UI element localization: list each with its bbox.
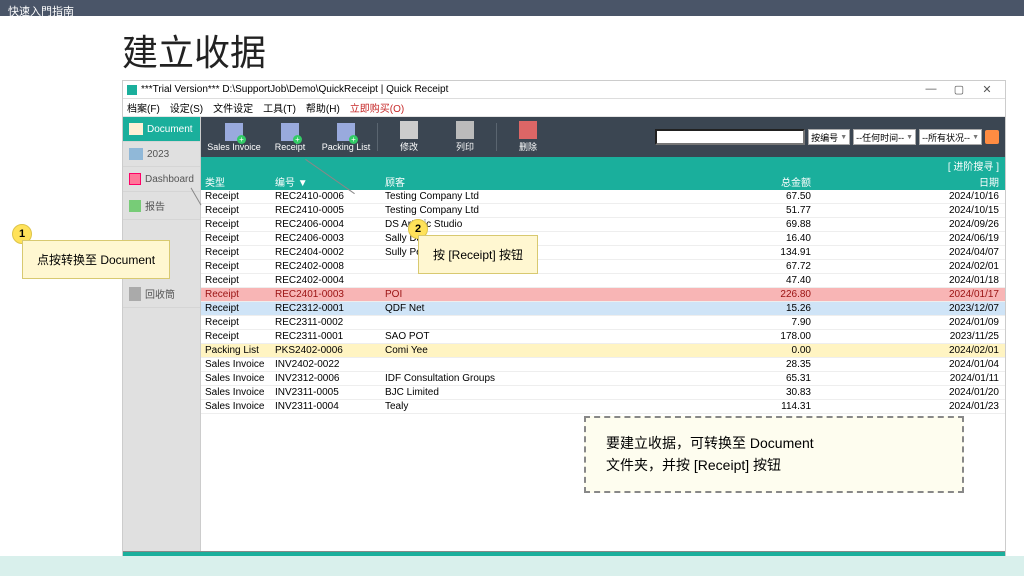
- sidebar-item-report[interactable]: 报告: [123, 192, 200, 220]
- toolbar-label: Packing List: [322, 142, 371, 152]
- callout-1: 点按转换至 Document: [22, 240, 170, 279]
- receipt-plus-icon: [281, 123, 299, 141]
- table-row[interactable]: ReceiptREC2402-000867.722024/02/01: [201, 260, 1005, 274]
- chevron-down-icon: ▼: [906, 134, 913, 141]
- menu-settings[interactable]: 设定(S): [170, 100, 203, 115]
- report-icon: [129, 200, 141, 212]
- table-row[interactable]: ReceiptREC2410-0006Testing Company Ltd67…: [201, 190, 1005, 204]
- sidebar-label: 回收筒: [145, 286, 175, 301]
- sidebar-label: 报告: [145, 198, 165, 213]
- packing-plus-icon: [337, 123, 355, 141]
- guide-title: 快速入門指南: [8, 6, 74, 18]
- menu-buy[interactable]: 立即购买(O): [350, 100, 404, 115]
- table-row[interactable]: ReceiptREC2312-0001QDF Net15.262023/12/0…: [201, 302, 1005, 316]
- col-amount[interactable]: 总金额: [741, 173, 871, 190]
- new-sales-invoice-button[interactable]: Sales Invoice: [207, 123, 261, 152]
- delete-icon: [519, 121, 537, 139]
- toolbar-label: 删除: [519, 140, 537, 153]
- table-row[interactable]: ReceiptREC2401-0003POI226.802024/01/17: [201, 288, 1005, 302]
- close-button[interactable]: ✕: [973, 83, 1001, 96]
- table-row[interactable]: ReceiptREC2311-0001SAO POT178.002023/11/…: [201, 330, 1005, 344]
- table-row[interactable]: Sales InvoiceINV2402-002228.352024/01/04: [201, 358, 1005, 372]
- print-button[interactable]: 列印: [438, 121, 492, 153]
- sidebar-item-dashboard[interactable]: Dashboard: [123, 167, 200, 192]
- menu-file[interactable]: 档案(F): [127, 100, 160, 115]
- folder-icon: [129, 148, 143, 160]
- menu-tools[interactable]: 工具(T): [263, 100, 296, 115]
- menu-bar: 档案(F) 设定(S) 文件设定 工具(T) 帮助(H) 立即购买(O): [123, 99, 1005, 117]
- sidebar-item-recycle[interactable]: 回收筒: [123, 280, 200, 308]
- new-packing-list-button[interactable]: Packing List: [319, 123, 373, 152]
- table-row[interactable]: ReceiptREC2406-0003Sally Daliver16.40202…: [201, 232, 1005, 246]
- toolbar-separator: [496, 123, 497, 151]
- toolbar: Sales Invoice Receipt Packing List 修改 列印…: [201, 117, 1005, 157]
- sidebar: Document 2023 Dashboard 报告 回收筒: [123, 117, 201, 551]
- table-row[interactable]: Packing ListPKS2402-0006Comi Yee0.002024…: [201, 344, 1005, 358]
- col-date[interactable]: 日期: [871, 173, 1005, 190]
- filter-by-combo[interactable]: 按编号▼: [808, 129, 850, 145]
- table-row[interactable]: ReceiptREC2406-0004DS Artistic Studio69.…: [201, 218, 1005, 232]
- table-row[interactable]: ReceiptREC2410-0005Testing Company Ltd51…: [201, 204, 1005, 218]
- sidebar-label: Dashboard: [145, 174, 194, 185]
- advanced-search-link[interactable]: [ 进阶搜寻 ]: [948, 158, 999, 173]
- title-bar: ***Trial Version*** D:\SupportJob\Demo\Q…: [123, 81, 1005, 99]
- table-row[interactable]: ReceiptREC2311-00027.902024/01/09: [201, 316, 1005, 330]
- trash-icon: [129, 287, 141, 301]
- chevron-down-icon: ▼: [972, 134, 979, 141]
- col-no[interactable]: 编号 ▼: [271, 173, 381, 190]
- table-row[interactable]: Sales InvoiceINV2311-0005BJC Limited30.8…: [201, 386, 1005, 400]
- document-table: 类型 编号 ▼ 顾客 总金额 日期 ReceiptREC2410-0006Tes…: [201, 173, 1005, 551]
- callout-2: 按 [Receipt] 按钮: [418, 235, 538, 274]
- toolbar-label: Receipt: [275, 142, 306, 152]
- chevron-down-icon: ▼: [840, 134, 847, 141]
- maximize-button[interactable]: ▢: [945, 83, 973, 96]
- app-icon: [127, 85, 137, 95]
- table-row[interactable]: Sales InvoiceINV2312-0006IDF Consultatio…: [201, 372, 1005, 386]
- col-customer[interactable]: 顾客: [381, 173, 741, 190]
- filter-time-combo[interactable]: --任何时间--▼: [853, 129, 916, 145]
- filter-status-combo[interactable]: --所有状况--▼: [919, 129, 982, 145]
- sidebar-label: Document: [147, 124, 193, 135]
- edit-button[interactable]: 修改: [382, 121, 436, 153]
- menu-help[interactable]: 帮助(H): [306, 100, 340, 115]
- toolbar-separator: [377, 123, 378, 151]
- toolbar-label: 修改: [400, 140, 418, 153]
- folder-open-icon: [129, 123, 143, 135]
- page-title: 建立收据: [122, 24, 1024, 76]
- callout-summary: 要建立收据，可转换至 Document 文件夹，并按 [Receipt] 按钮: [584, 416, 964, 493]
- table-row[interactable]: ReceiptREC2402-000447.402024/01/18: [201, 274, 1005, 288]
- menu-docset[interactable]: 文件设定: [213, 100, 253, 115]
- delete-button[interactable]: 删除: [501, 121, 555, 153]
- dashboard-icon: [129, 173, 141, 185]
- sidebar-item-2023[interactable]: 2023: [123, 142, 200, 167]
- footer-strip: [0, 556, 1024, 576]
- combo-label: --任何时间--: [856, 131, 904, 144]
- edit-icon: [400, 121, 418, 139]
- callout-summary-line1: 要建立收据，可转换至 Document: [606, 432, 942, 454]
- sidebar-item-document[interactable]: Document: [123, 117, 200, 142]
- window-title: ***Trial Version*** D:\SupportJob\Demo\Q…: [141, 84, 448, 95]
- print-icon: [456, 121, 474, 139]
- app-window: ***Trial Version*** D:\SupportJob\Demo\Q…: [122, 80, 1006, 570]
- sidebar-label: 2023: [147, 149, 169, 160]
- table-row[interactable]: Sales InvoiceINV2311-0004Tealy114.312024…: [201, 400, 1005, 414]
- combo-label: --所有状况--: [922, 131, 970, 144]
- callout-summary-line2: 文件夹，并按 [Receipt] 按钮: [606, 454, 942, 476]
- toolbar-label: Sales Invoice: [207, 142, 261, 152]
- toolbar-label: 列印: [456, 140, 474, 153]
- settings-icon[interactable]: [985, 130, 999, 144]
- table-row[interactable]: ReceiptREC2404-0002Sully Pestron Ltd134.…: [201, 246, 1005, 260]
- new-receipt-button[interactable]: Receipt: [263, 123, 317, 152]
- combo-label: 按编号: [811, 131, 838, 144]
- search-input[interactable]: [655, 129, 805, 145]
- minimize-button[interactable]: —: [917, 83, 945, 96]
- invoice-plus-icon: [225, 123, 243, 141]
- col-type[interactable]: 类型: [201, 173, 271, 190]
